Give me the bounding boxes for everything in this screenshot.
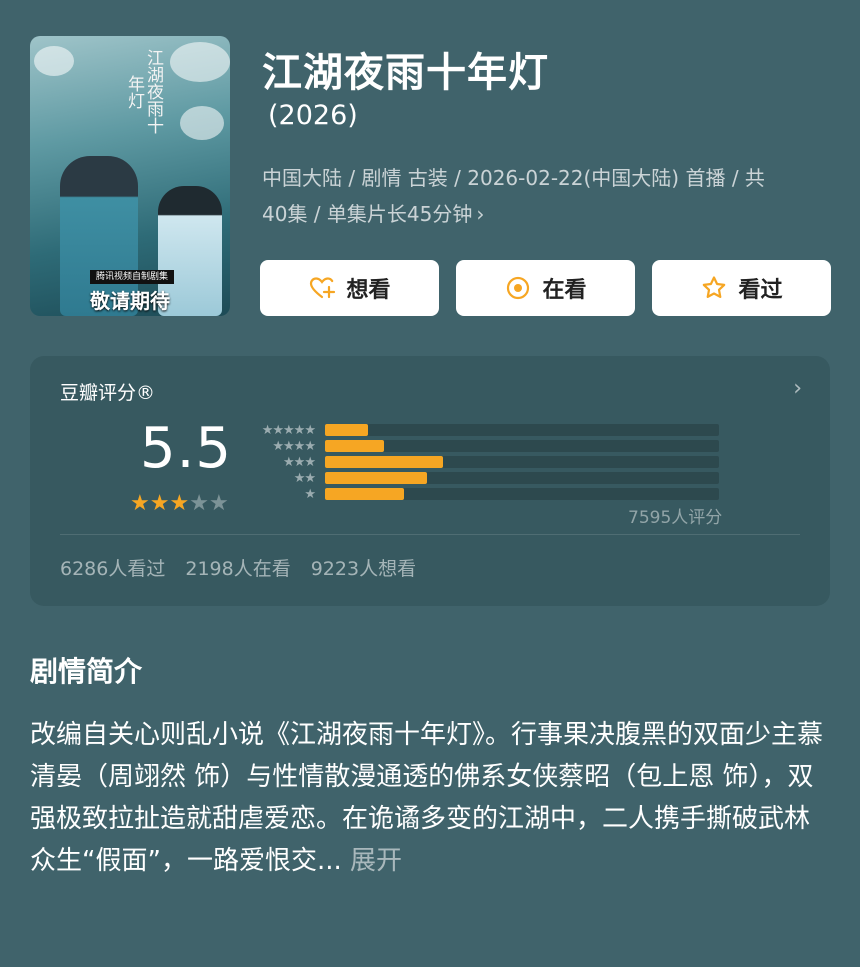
watched-label: 看过 (738, 278, 783, 303)
star-outline-icon (703, 276, 726, 298)
meta-line-2-text: 40集 / 单集片长45分钟 (262, 202, 473, 226)
watching-label: 在看 (542, 278, 587, 303)
poster-badge-big: 敬请期待 (90, 289, 170, 313)
distribution-bar (325, 488, 404, 500)
rating-stars: ★★★★★ (130, 491, 229, 516)
distribution-stars-label: ★★★ (283, 454, 316, 470)
watch-counts: 6286人看过 2198人在看 9223人想看 (60, 554, 416, 581)
page-title: 江湖夜雨十年灯 (262, 50, 549, 96)
star-filled-icon: ★ (149, 491, 170, 516)
want-to-watch-label: 想看 (346, 278, 391, 303)
distribution-row: ★★★ (255, 454, 719, 470)
distribution-stars-label: ★★ (293, 470, 316, 486)
meta-line-1: 中国大陆 / 剧情 古装 / 2026-02-22(中国大陆) 首播 / 共 (262, 166, 765, 190)
want-to-watch-button[interactable]: 想看 (260, 260, 439, 316)
blossom-decoration (34, 46, 74, 76)
distribution-track (325, 440, 719, 452)
meta-info[interactable]: 中国大陆 / 剧情 古装 / 2026-02-22(中国大陆) 首播 / 共 4… (262, 160, 822, 232)
distribution-stars-label: ★ (304, 486, 316, 502)
divider (60, 534, 800, 535)
rating-title: 豆瓣评分® (60, 382, 156, 404)
distribution-track (325, 424, 719, 436)
distribution-row: ★★ (255, 470, 719, 486)
chevron-right-icon: › (476, 202, 485, 226)
rating-score: 5.5 (140, 416, 233, 481)
star-empty-icon: ★ (189, 491, 209, 516)
heart-plus-icon (310, 277, 336, 299)
action-buttons: 想看 在看 看过 (260, 260, 831, 316)
distribution-row: ★ (255, 486, 719, 502)
distribution-bar (325, 440, 384, 452)
meta-line-2: 40集 / 单集片长45分钟 › (262, 196, 822, 232)
watching-count[interactable]: 2198人在看 (185, 554, 290, 581)
distribution-bar (325, 456, 443, 468)
blossom-decoration (170, 42, 230, 82)
star-filled-icon: ★ (169, 491, 190, 516)
synopsis-title: 剧情简介 (30, 655, 143, 688)
distribution-bar (325, 424, 368, 436)
poster-image[interactable]: 江湖夜雨十年灯 腾讯视频自制剧集 敬请期待 (30, 36, 230, 316)
rating-distribution: ★★★★★ ★★★★ ★★★ ★★ ★ (255, 422, 719, 502)
want-count[interactable]: 9223人想看 (311, 554, 416, 581)
distribution-track (325, 456, 719, 468)
distribution-track (325, 472, 719, 484)
poster-calligraphy: 江湖夜雨十年灯 (124, 49, 163, 134)
distribution-stars-label: ★★★★ (272, 438, 316, 454)
release-year: (2026) (268, 100, 358, 131)
star-empty-icon: ★ (208, 491, 229, 516)
distribution-bar (325, 472, 427, 484)
distribution-row: ★★★★★ (255, 422, 719, 438)
watched-button[interactable]: 看过 (652, 260, 831, 316)
poster-badge-small: 腾讯视频自制剧集 (90, 270, 174, 284)
distribution-row: ★★★★ (255, 438, 719, 454)
distribution-stars-label: ★★★★★ (261, 422, 316, 438)
vote-count: 7595人评分 (628, 508, 723, 528)
star-filled-icon: ★ (130, 491, 150, 516)
distribution-track (325, 488, 719, 500)
synopsis-body: 改编自关心则乱小说《江湖夜雨十年灯》。行事果决腹黑的双面少主慕清晏（周翊然 饰）… (30, 720, 824, 876)
blossom-decoration (180, 106, 224, 140)
expand-link[interactable]: 展开 (350, 846, 402, 876)
rating-card[interactable]: 豆瓣评分® › 5.5 ★★★★★ ★★★★★ ★★★★ ★★★ ★★ ★ 7595人评… (30, 356, 830, 606)
chevron-right-icon[interactable]: › (793, 376, 802, 401)
synopsis-text: 改编自关心则乱小说《江湖夜雨十年灯》。行事果决腹黑的双面少主慕清晏（周翊然 饰）… (30, 714, 830, 882)
watched-count[interactable]: 6286人看过 (60, 554, 165, 581)
target-circle-icon (507, 276, 530, 300)
watching-button[interactable]: 在看 (456, 260, 635, 316)
